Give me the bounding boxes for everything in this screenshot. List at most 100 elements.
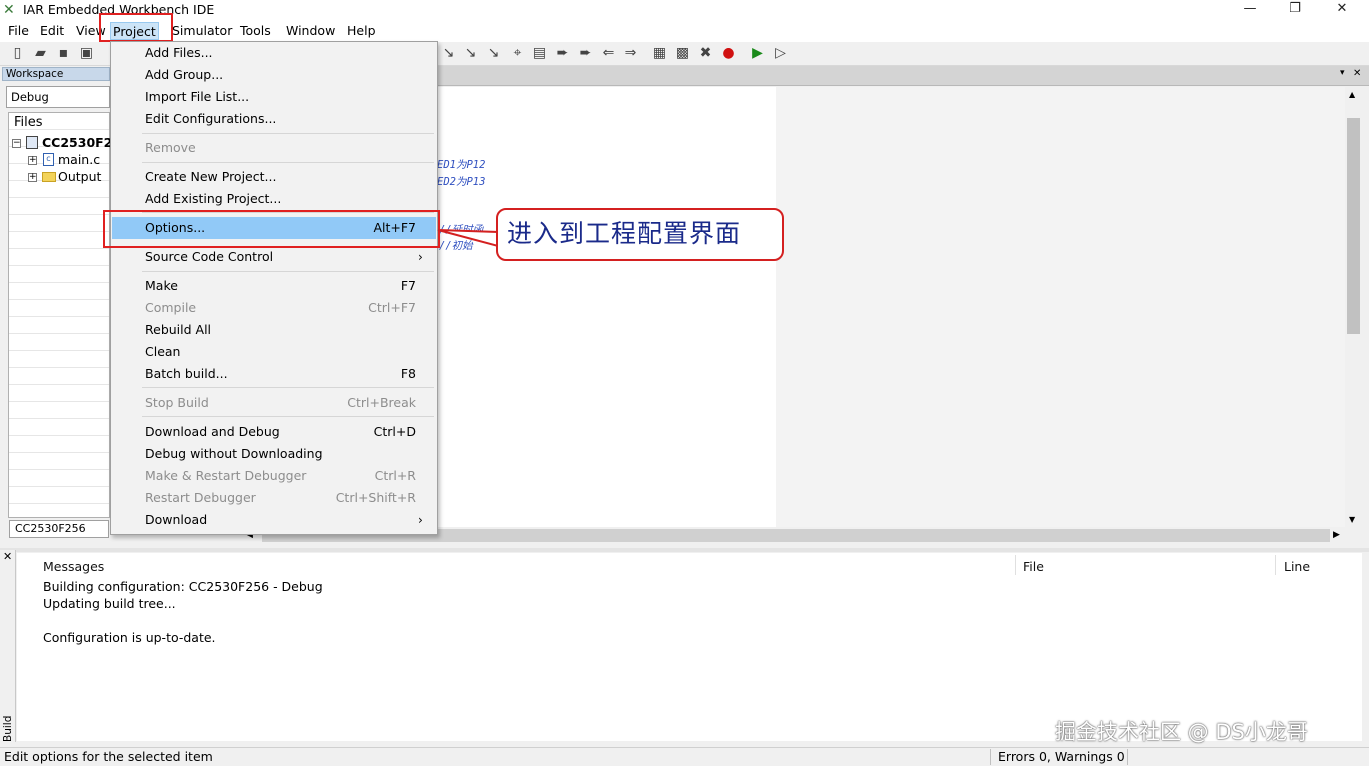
prev-bookmark-icon[interactable]: ↘	[485, 45, 502, 62]
c-file-icon: c	[43, 153, 54, 166]
menu-item-label: Remove	[145, 140, 196, 155]
scroll-up-icon[interactable]: ▲	[1349, 90, 1355, 99]
menu-item-label: Add Files...	[145, 45, 213, 60]
menu-item-shortcut: Ctrl+R	[374, 468, 416, 483]
menu-item-label: Make	[145, 278, 178, 293]
app-icon: ✕	[3, 2, 15, 18]
workspace-title: Workspace	[2, 67, 110, 81]
build-message-line: Configuration is up-to-date.	[43, 630, 216, 645]
menu-item-label: Edit Configurations...	[145, 111, 277, 126]
options-highlight-box	[103, 210, 440, 248]
menu-separator	[142, 416, 434, 417]
menu-item-label: Create New Project...	[145, 169, 277, 184]
make-icon[interactable]: ▩	[674, 45, 691, 62]
menu-tools[interactable]: Tools	[238, 22, 273, 40]
folder-icon	[42, 172, 56, 182]
workspace-config-select[interactable]: Debug	[6, 86, 110, 108]
main-c-expander[interactable]: +	[28, 156, 37, 165]
column-separator	[1015, 555, 1016, 575]
project-node[interactable]: CC2530F2	[42, 135, 112, 150]
go-to-icon[interactable]: ⌖	[509, 45, 526, 62]
build-close-icon[interactable]: ✕	[3, 550, 12, 563]
callout-pointer	[437, 229, 499, 248]
menu-item-label: Restart Debugger	[145, 490, 256, 505]
menu-edit[interactable]: Edit	[38, 22, 66, 40]
menu-item-label: Batch build...	[145, 366, 228, 381]
menu-item-shortcut: Ctrl+Break	[347, 395, 416, 410]
menu-file[interactable]: File	[6, 22, 31, 40]
stop-build-icon[interactable]: ✖	[697, 45, 714, 62]
next-bookmark-icon[interactable]: ↘	[462, 45, 479, 62]
find-icon[interactable]: ▤	[531, 45, 548, 62]
editor-margin	[776, 87, 1345, 527]
menu-window[interactable]: Window	[284, 22, 337, 40]
menu-separator	[142, 133, 434, 134]
scroll-down-icon[interactable]: ▼	[1349, 515, 1355, 524]
menu-item-label: Download and Debug	[145, 424, 280, 439]
menu-item-shortcut: Ctrl+D	[373, 424, 416, 439]
folder-output[interactable]: Output	[58, 169, 101, 184]
download-debug-icon[interactable]: ▶	[749, 45, 766, 62]
status-errors: Errors 0, Warnings 0	[998, 749, 1125, 764]
code-comment-1: ED1为P12	[437, 159, 486, 171]
close-button[interactable]: ✕	[1319, 0, 1365, 20]
menu-item-label: Stop Build	[145, 395, 209, 410]
debug-without-download-icon[interactable]: ▷	[772, 45, 789, 62]
minimize-button[interactable]: —	[1227, 0, 1273, 20]
vertical-scroll-thumb[interactable]	[1347, 118, 1360, 334]
build-message-line: Updating build tree...	[43, 596, 176, 611]
forward-icon[interactable]: ⇒	[622, 45, 639, 62]
menu-item-shortcut: Ctrl+F7	[368, 300, 416, 315]
menu-item-label: Source Code Control	[145, 249, 274, 264]
line-column-header[interactable]: Line	[1284, 559, 1310, 574]
build-divider[interactable]	[0, 548, 1369, 552]
toggle-bookmark-icon[interactable]: ↘	[440, 45, 457, 62]
navigate-icon[interactable]: ➨	[577, 45, 594, 62]
open-folder-icon[interactable]: ▰	[32, 45, 49, 62]
back-icon[interactable]: ⇐	[600, 45, 617, 62]
menu-item-label: Add Group...	[145, 67, 224, 82]
submenu-arrow-icon: ›	[418, 513, 423, 527]
new-file-icon[interactable]: ▯	[9, 45, 26, 62]
code-comment-2: ED2为P13	[437, 176, 486, 188]
save-icon[interactable]: ▪	[55, 45, 72, 62]
menu-separator	[142, 162, 434, 163]
menu-item-label: Debug without Downloading	[145, 446, 323, 461]
project-expander[interactable]: −	[12, 139, 21, 148]
submenu-arrow-icon: ›	[418, 250, 423, 264]
status-separator	[990, 749, 991, 765]
menu-item-shortcut: Ctrl+Shift+R	[335, 490, 416, 505]
breakpoint-icon[interactable]: ●	[720, 45, 737, 62]
build-tab-label[interactable]: Build	[2, 712, 14, 742]
menu-item-label: Download	[145, 512, 208, 527]
menu-item-label: Import File List...	[145, 89, 250, 104]
menu-item-label: Clean	[145, 344, 181, 359]
file-column-header[interactable]: File	[1023, 559, 1044, 574]
tab-list-icon[interactable]: ▾	[1340, 68, 1345, 78]
close-tab-icon[interactable]: ✕	[1353, 68, 1361, 79]
menu-help[interactable]: Help	[345, 22, 378, 40]
file-main-c[interactable]: main.c	[58, 152, 100, 167]
menu-separator	[142, 387, 434, 388]
watermark: 掘金技术社区 @ DS小龙哥	[1055, 720, 1308, 744]
scroll-right-icon[interactable]: ▶	[1333, 530, 1340, 540]
project-icon	[26, 136, 38, 149]
restore-button[interactable]: ❐	[1272, 0, 1318, 20]
menu-item-shortcut: F8	[400, 366, 416, 381]
status-message: Edit options for the selected item	[4, 749, 213, 764]
menu-item-label: Add Existing Project...	[145, 191, 282, 206]
menu-separator	[142, 271, 434, 272]
menu-item-label: Make & Restart Debugger	[145, 468, 307, 483]
files-header: Files	[14, 115, 43, 130]
callout-text: 进入到工程配置界面	[507, 219, 742, 248]
status-separator	[1127, 749, 1128, 765]
compile-icon[interactable]: ▦	[651, 45, 668, 62]
save-all-icon[interactable]: ▣	[78, 45, 95, 62]
build-message-line: Building configuration: CC2530F256 - Deb…	[43, 579, 323, 594]
workspace-tab[interactable]: CC2530F256	[9, 520, 109, 538]
output-expander[interactable]: +	[28, 173, 37, 182]
menu-item-label: Compile	[145, 300, 197, 315]
messages-column-header[interactable]: Messages	[43, 559, 104, 574]
navigate-forward-icon[interactable]: ➨	[554, 45, 571, 62]
menu-simulator[interactable]: Simulator	[170, 22, 234, 40]
